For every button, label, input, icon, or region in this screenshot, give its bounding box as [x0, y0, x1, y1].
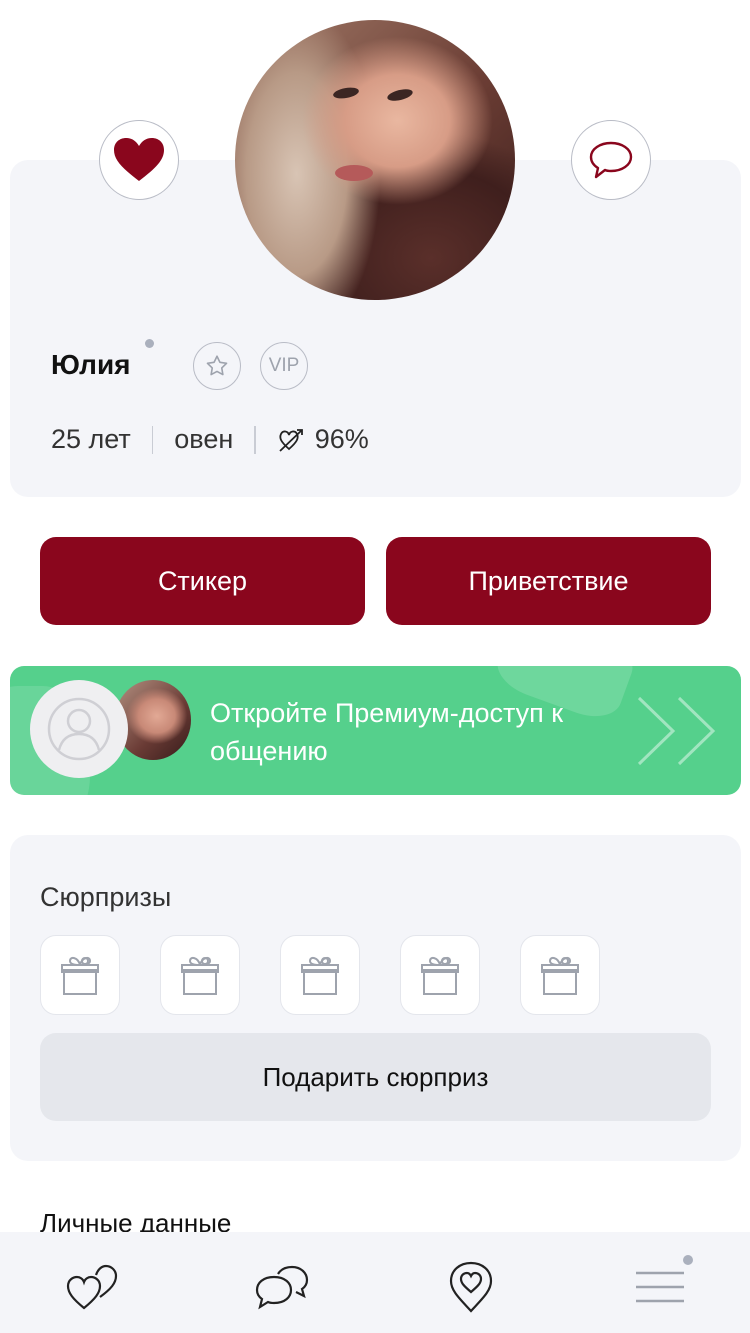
chat-bubble-icon [589, 141, 633, 179]
chats-icon [255, 1265, 309, 1310]
nav-chats[interactable] [252, 1257, 312, 1317]
gift-slot[interactable] [520, 935, 600, 1015]
surprises-card: Сюрпризы Подарить сюрприз [10, 835, 741, 1161]
gift-icon [421, 956, 459, 995]
gift-icon [181, 956, 219, 995]
gift-icon [61, 956, 99, 995]
like-button[interactable] [99, 120, 179, 200]
heart-arrow-icon [277, 427, 305, 453]
zodiac-text: овен [174, 424, 234, 454]
gift-icon [541, 956, 579, 995]
nav-likes[interactable] [63, 1257, 123, 1317]
divider [151, 425, 154, 454]
premium-banner[interactable]: Откройте Премиум-доступ к общению [10, 666, 741, 795]
nav-matches[interactable] [441, 1257, 501, 1317]
gift-slot[interactable] [40, 935, 120, 1015]
vip-badge[interactable]: VIP [260, 342, 308, 390]
divider [254, 425, 256, 454]
gift-slot[interactable] [400, 935, 480, 1015]
profile-name: Юлия [51, 349, 131, 380]
photo-detail [386, 87, 414, 103]
notification-dot [683, 1255, 693, 1265]
gift-icon [301, 956, 339, 995]
chevrons-right-icon [635, 694, 719, 773]
gift-slot[interactable] [280, 935, 360, 1015]
star-icon [206, 355, 228, 376]
greeting-button[interactable]: Приветствие [386, 537, 711, 625]
give-surprise-button[interactable]: Подарить сюрприз [40, 1033, 711, 1121]
photo-detail [335, 165, 373, 181]
favorite-badge[interactable] [193, 342, 241, 390]
vip-label: VIP [268, 355, 300, 376]
age-text: 25 лет [51, 424, 131, 454]
photo-detail [332, 85, 360, 101]
profile-stats: 25 лет овен 96% [51, 424, 369, 455]
nav-menu[interactable] [630, 1257, 690, 1317]
menu-icon [636, 1271, 684, 1303]
sticker-button[interactable]: Стикер [40, 537, 365, 625]
gift-slot[interactable] [160, 935, 240, 1015]
heart-pin-icon [449, 1261, 493, 1313]
user-icon [47, 697, 111, 761]
bottom-nav [0, 1232, 750, 1333]
heart-icon [114, 138, 164, 181]
hearts-icon [66, 1264, 118, 1310]
profile-photo[interactable] [235, 20, 515, 300]
premium-text: Откройте Премиум-доступ к общению [210, 698, 564, 766]
user-placeholder-avatar [30, 680, 128, 778]
chat-button[interactable] [571, 120, 651, 200]
compatibility-text: 96% [314, 424, 369, 454]
online-status-dot [145, 339, 154, 348]
surprises-title: Сюрпризы [40, 882, 172, 912]
